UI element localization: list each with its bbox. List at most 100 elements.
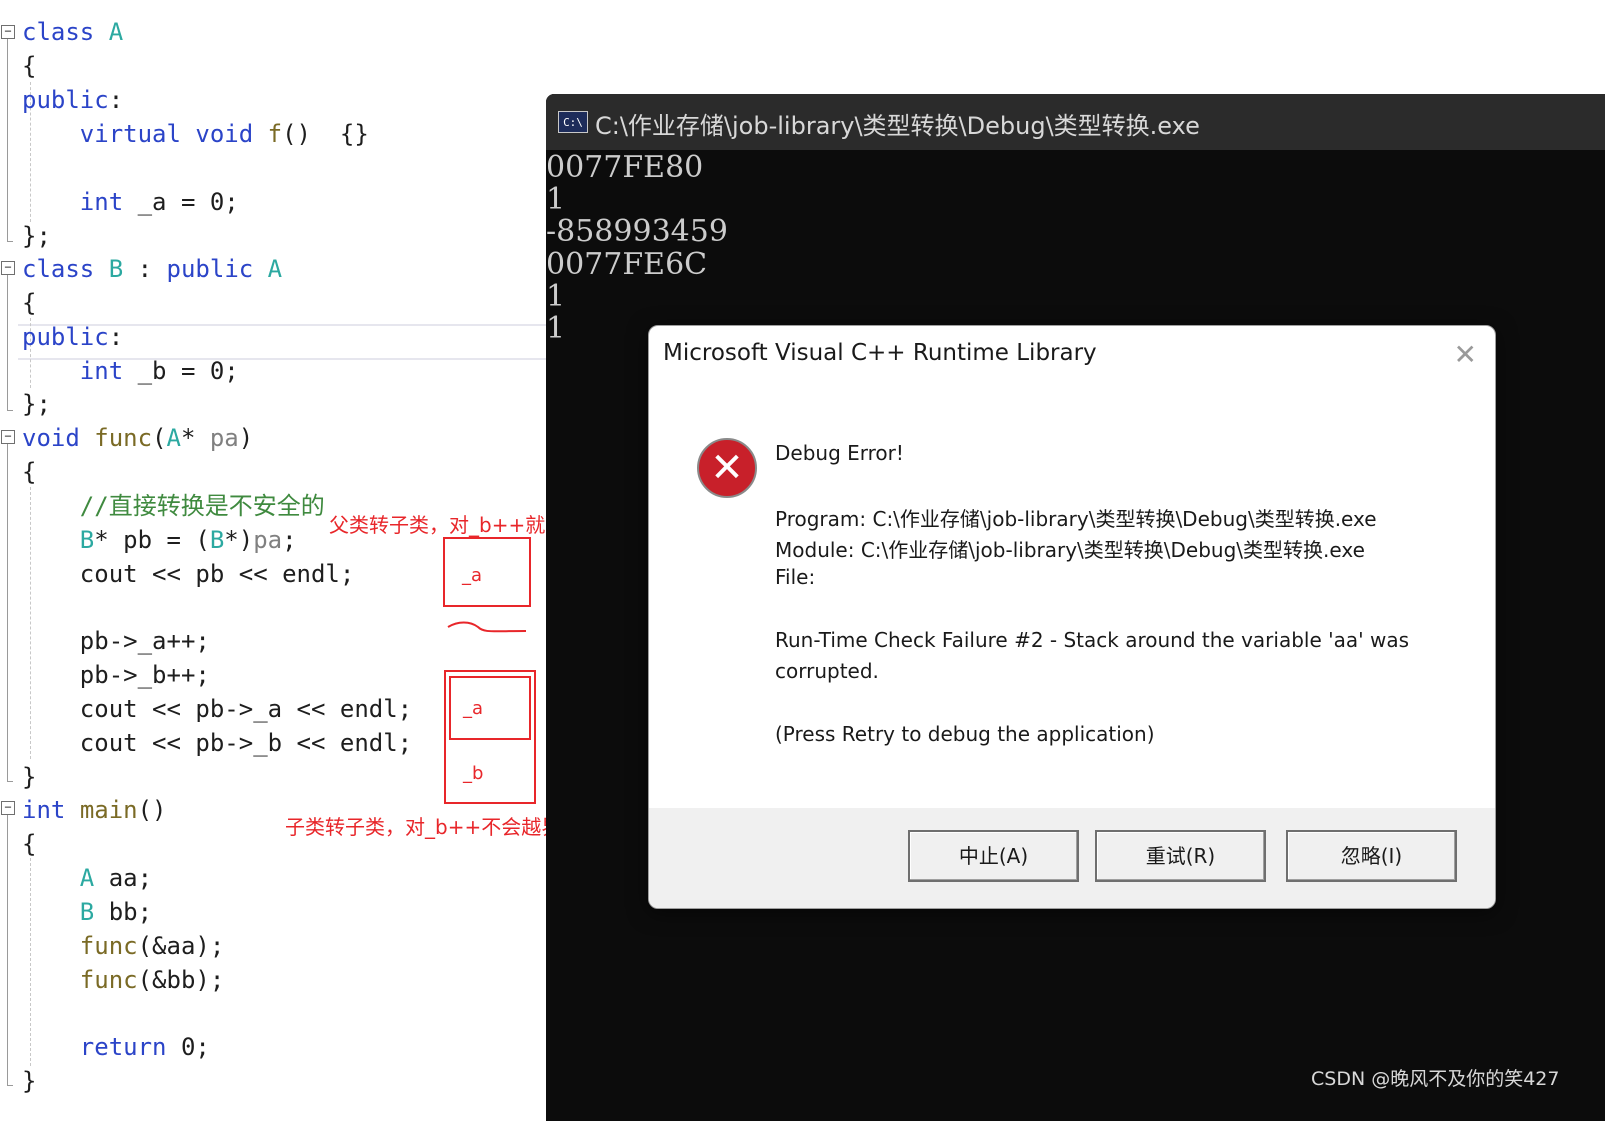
code-token: 0; (166, 1033, 210, 1061)
code-line: }; (22, 387, 51, 421)
code-token: cout << pb->_b << endl; (22, 729, 413, 757)
code-token: ; (282, 526, 297, 554)
code-token: : (108, 323, 124, 351)
close-icon[interactable]: ✕ (1454, 338, 1477, 371)
code-token: { (22, 458, 37, 486)
retry-button[interactable]: 重试(R) (1095, 830, 1266, 882)
code-token: pa (209, 424, 239, 452)
runtime-error-dialog[interactable]: Microsoft Visual C++ Runtime Library ✕ ✕… (648, 325, 1496, 909)
code-token: : (123, 255, 167, 283)
fold-guide (7, 275, 8, 410)
code-token: pb->_b++; (22, 661, 210, 689)
fold-guide (7, 815, 8, 1085)
code-token: cout << pb->_a << endl; (22, 695, 413, 723)
overflow-squiggle (447, 621, 527, 633)
code-line: cout << pb->_a << endl; (22, 692, 412, 726)
memory-box-b-b-label: _b (463, 763, 484, 784)
code-token: int (22, 796, 66, 824)
fold-guide-end (7, 241, 13, 242)
code-token: () (137, 796, 167, 824)
code-token: public (22, 86, 109, 114)
code-token: func (79, 932, 138, 960)
code-line: public: (22, 320, 123, 354)
error-icon: ✕ (697, 438, 757, 498)
code-editor[interactable]: − − − − class A{public: virtual void f()… (0, 0, 605, 1121)
fold-toggle-main[interactable]: − (1, 801, 15, 815)
code-line: class A (22, 15, 123, 49)
code-token: B (79, 898, 95, 926)
code-line: cout << pb << endl; (22, 557, 355, 591)
fold-toggle-func[interactable]: − (1, 430, 15, 444)
fold-guide-end (7, 410, 13, 411)
error-program-path: Program: C:\作业存储\job-library\类型转换\Debug\… (775, 507, 1377, 531)
code-token: B (209, 526, 225, 554)
error-heading: Debug Error! (775, 441, 904, 465)
code-token: { (22, 289, 37, 317)
code-token: (&aa); (137, 932, 225, 960)
code-line: }; (22, 219, 51, 253)
code-token: A (267, 255, 283, 283)
ignore-button[interactable]: 忽略(I) (1286, 830, 1457, 882)
code-token: cout << pb << endl; (22, 560, 355, 588)
code-line: return 0; (22, 1030, 210, 1064)
code-token: _b = 0; (123, 357, 239, 385)
code-token: { (22, 52, 37, 80)
console-titlebar[interactable]: C:\ C:\作业存储\job-library\类型转换\Debug\类型转换.… (546, 94, 1605, 150)
code-token: int (79, 357, 124, 385)
code-token: ) (238, 424, 254, 452)
code-token: B (79, 526, 95, 554)
code-token: func (94, 424, 153, 452)
code-token: * (180, 424, 210, 452)
code-token: public (22, 323, 109, 351)
error-file: File: (775, 565, 816, 589)
memory-box-b-a-label: _a (463, 698, 484, 719)
fold-toggle-class-a[interactable]: − (1, 25, 15, 39)
console-output-line: 1 (546, 279, 566, 314)
code-line: { (22, 49, 36, 83)
error-module-path: Module: C:\作业存储\job-library\类型转换\Debug\类… (775, 538, 1365, 562)
code-line: public: (22, 83, 123, 117)
code-token: }; (22, 390, 51, 418)
code-line: B bb; (22, 895, 152, 929)
code-line: class B : public A (22, 252, 282, 286)
code-token: } (22, 1067, 37, 1095)
code-token: return (79, 1033, 167, 1061)
code-token: bb; (94, 898, 153, 926)
code-token: _a = 0; (123, 188, 239, 216)
code-token: ( (152, 424, 167, 452)
code-line: int _b = 0; (22, 354, 239, 388)
code-token: //直接转换是不安全的 (79, 492, 325, 520)
abort-button[interactable]: 中止(A) (908, 830, 1079, 882)
watermark: CSDN @晚风不及你的笑427 (1311, 1068, 1560, 1090)
code-token: void (195, 120, 254, 148)
code-line: func(&bb); (22, 963, 225, 997)
memory-box-a (443, 537, 531, 607)
fold-guide-end (7, 1085, 13, 1086)
fold-guide (7, 444, 8, 781)
code-line: } (22, 1064, 36, 1098)
memory-box-a-label: _a (462, 565, 483, 586)
code-line: { (22, 827, 36, 861)
code-line: B* pb = (B*)pa; (22, 523, 297, 557)
code-line: int main() (22, 793, 167, 827)
code-token: B (108, 255, 124, 283)
code-line: func(&aa); (22, 929, 225, 963)
code-token: f (267, 120, 283, 148)
code-token: void (22, 424, 80, 452)
error-failure-line-2: corrupted. (775, 659, 879, 683)
code-token: *) (224, 526, 254, 554)
code-token: : (108, 86, 124, 114)
annotation-child-to-child: 子类转子类，对_b++不会越界 (285, 815, 562, 839)
code-line: int _a = 0; (22, 185, 239, 219)
code-token: aa; (94, 864, 153, 892)
fold-toggle-class-b[interactable]: − (1, 261, 15, 275)
